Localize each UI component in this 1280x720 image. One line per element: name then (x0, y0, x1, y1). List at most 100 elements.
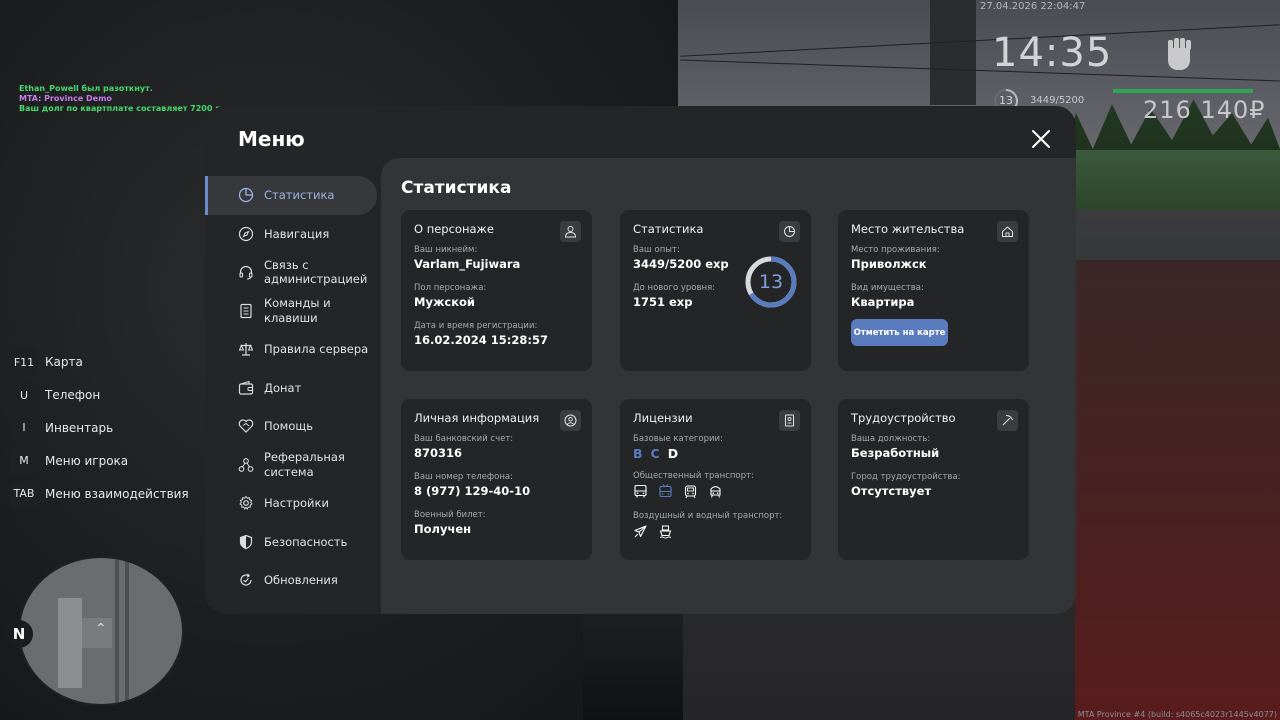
rail-track (1075, 260, 1280, 720)
card-icon-button[interactable] (560, 410, 581, 431)
card-title: Лицензии (633, 411, 693, 425)
gender-label: Пол персонажа: (414, 283, 487, 293)
sidebar-item-settings[interactable]: Настройки (205, 484, 377, 523)
hotkey-key: I (10, 414, 38, 441)
card-icon-button[interactable] (779, 410, 800, 431)
position-label: Ваша должность: (851, 434, 931, 444)
position-value: Безработный (851, 446, 940, 460)
menu-title: Меню (238, 127, 305, 151)
handshake-icon (238, 419, 254, 434)
hotkey-label: Меню игрока (45, 453, 129, 468)
hotkey-key: U (10, 382, 38, 409)
hotkey-label: Телефон (45, 388, 101, 403)
sidebar-item-donate[interactable]: Донат (205, 369, 377, 408)
sidebar-item-label: Статистика (264, 188, 335, 202)
sidebar-item-rules[interactable]: Правила сервера (205, 330, 377, 369)
hotkey-key: F11 (10, 349, 38, 376)
sidebar-item-referral[interactable]: Реферальная система (205, 446, 377, 485)
user-icon (564, 226, 577, 238)
minimap-road (125, 558, 129, 704)
phone-label: Ваш номер телефона: (414, 472, 513, 482)
hotkey-interaction-menu[interactable]: TAB Меню взаимодействия (10, 477, 189, 510)
bank-account-label: Ваш банковский счет: (414, 434, 514, 444)
card-title: Личная информация (414, 411, 540, 425)
bank-account-value: 870316 (414, 446, 463, 460)
public-transport-label: Общественный транспорт: (633, 471, 754, 481)
hotkey-phone[interactable]: U Телефон (10, 379, 189, 412)
sidebar-item-updates[interactable]: Обновления (205, 561, 377, 600)
gender-value: Мужской (414, 295, 475, 309)
hotkey-inventory[interactable]: I Инвентарь (10, 412, 189, 445)
pie-chart-icon (784, 226, 795, 237)
hud-clock: 14:35 (992, 30, 1113, 76)
card-title: Трудоустройство (851, 411, 956, 425)
airplane-icon (634, 525, 647, 538)
hud-datetime: 27.04.2026 22:04:47 (980, 1, 1086, 12)
card-icon-button[interactable] (560, 221, 581, 242)
sidebar-item-label: Настройки (264, 496, 329, 510)
sidebar-item-admin-contact[interactable]: Связь с администрацией (205, 253, 377, 292)
id-card-icon (785, 414, 794, 427)
shield-icon (239, 534, 253, 549)
nickname-label: Ваш никнейм: (414, 245, 478, 255)
card-employment: Трудоустройство Ваша должность: Безработ… (838, 399, 1029, 560)
home-icon (1002, 226, 1013, 237)
fist-weapon-icon (1168, 38, 1191, 70)
trolleybus-icon (659, 484, 672, 498)
pickaxe-icon (1002, 414, 1014, 426)
hotkey-label: Меню взаимодействия (45, 486, 189, 501)
sidebar-item-label: Правила сервера (264, 342, 369, 356)
card-personal-info: Личная информация Ваш банковский счет: 8… (401, 399, 592, 560)
hotkey-label: Инвентарь (45, 420, 114, 435)
registration-value: 16.02.2024 15:28:57 (414, 333, 548, 347)
sidebar-item-help[interactable]: Помощь (205, 407, 377, 446)
scales-icon (238, 343, 254, 356)
minimap-road (58, 598, 82, 688)
card-icon-button[interactable] (997, 221, 1018, 242)
tram-icon (684, 485, 697, 499)
sidebar-item-commands[interactable]: Команды и клавиши (205, 292, 377, 331)
base-categories-label: Базовые категории: (633, 434, 723, 444)
sidebar-item-security[interactable]: Безопасность (205, 523, 377, 562)
card-title: О персонаже (414, 222, 494, 236)
compass-icon (238, 226, 254, 241)
hotkey-key: TAB (10, 480, 38, 507)
boat-icon (659, 525, 672, 539)
card-character: О персонаже Ваш никнейм: Varlam_Fujiwara… (401, 210, 592, 371)
green-train (1075, 150, 1280, 210)
hotkey-player-menu[interactable]: M Меню игрока (10, 444, 189, 477)
subway-icon (710, 486, 721, 498)
card-icon-button[interactable] (779, 221, 800, 242)
air-water-transport-icons (633, 524, 798, 539)
hotkey-map[interactable]: F11 Карта (10, 346, 189, 379)
card-title: Статистика (633, 222, 704, 236)
residence-place-label: Место проживания: (851, 245, 940, 255)
sidebar-item-navigation[interactable]: Навигация (205, 215, 377, 254)
property-type-label: Вид имущества: (851, 283, 924, 293)
residence-place-value: Приволжск (851, 257, 927, 271)
sidebar-nav: Статистика Навигация Связь с администрац… (205, 176, 377, 600)
work-city-label: Город трудоустройства: (851, 472, 961, 482)
minimap-north-marker: N (5, 620, 33, 648)
mark-on-map-button[interactable]: Отметить на карте (851, 319, 948, 346)
military-id-label: Военный билет: (414, 510, 486, 520)
chat-message: Ethan_Powell был разоткнут. (19, 84, 153, 93)
pie-chart-icon (238, 188, 254, 203)
hotkey-label: Карта (45, 355, 83, 370)
card-icon-button[interactable] (997, 410, 1018, 431)
sidebar-item-statistics[interactable]: Статистика (205, 176, 377, 215)
sidebar-item-label: Обновления (264, 573, 338, 587)
hud-money: 216 140₽ (1143, 96, 1266, 124)
close-icon[interactable] (1028, 126, 1054, 152)
registration-label: Дата и время регистрации: (414, 321, 538, 331)
build-tag: MTA Province #4 (build: s4065c4023r1445v… (1077, 710, 1277, 719)
hotkey-key: M (10, 447, 38, 474)
sidebar-item-label: Навигация (264, 226, 330, 241)
user-circle-icon (564, 414, 577, 427)
network-icon (238, 457, 254, 472)
document-icon (240, 303, 252, 318)
exp-label: Ваш опыт: (633, 245, 680, 255)
catenary-pillar (930, 0, 976, 105)
chat-message: MTA: Province Demo (19, 94, 112, 103)
chat-message: Ваш долг по квартплате составляет 7200 р… (19, 104, 224, 113)
